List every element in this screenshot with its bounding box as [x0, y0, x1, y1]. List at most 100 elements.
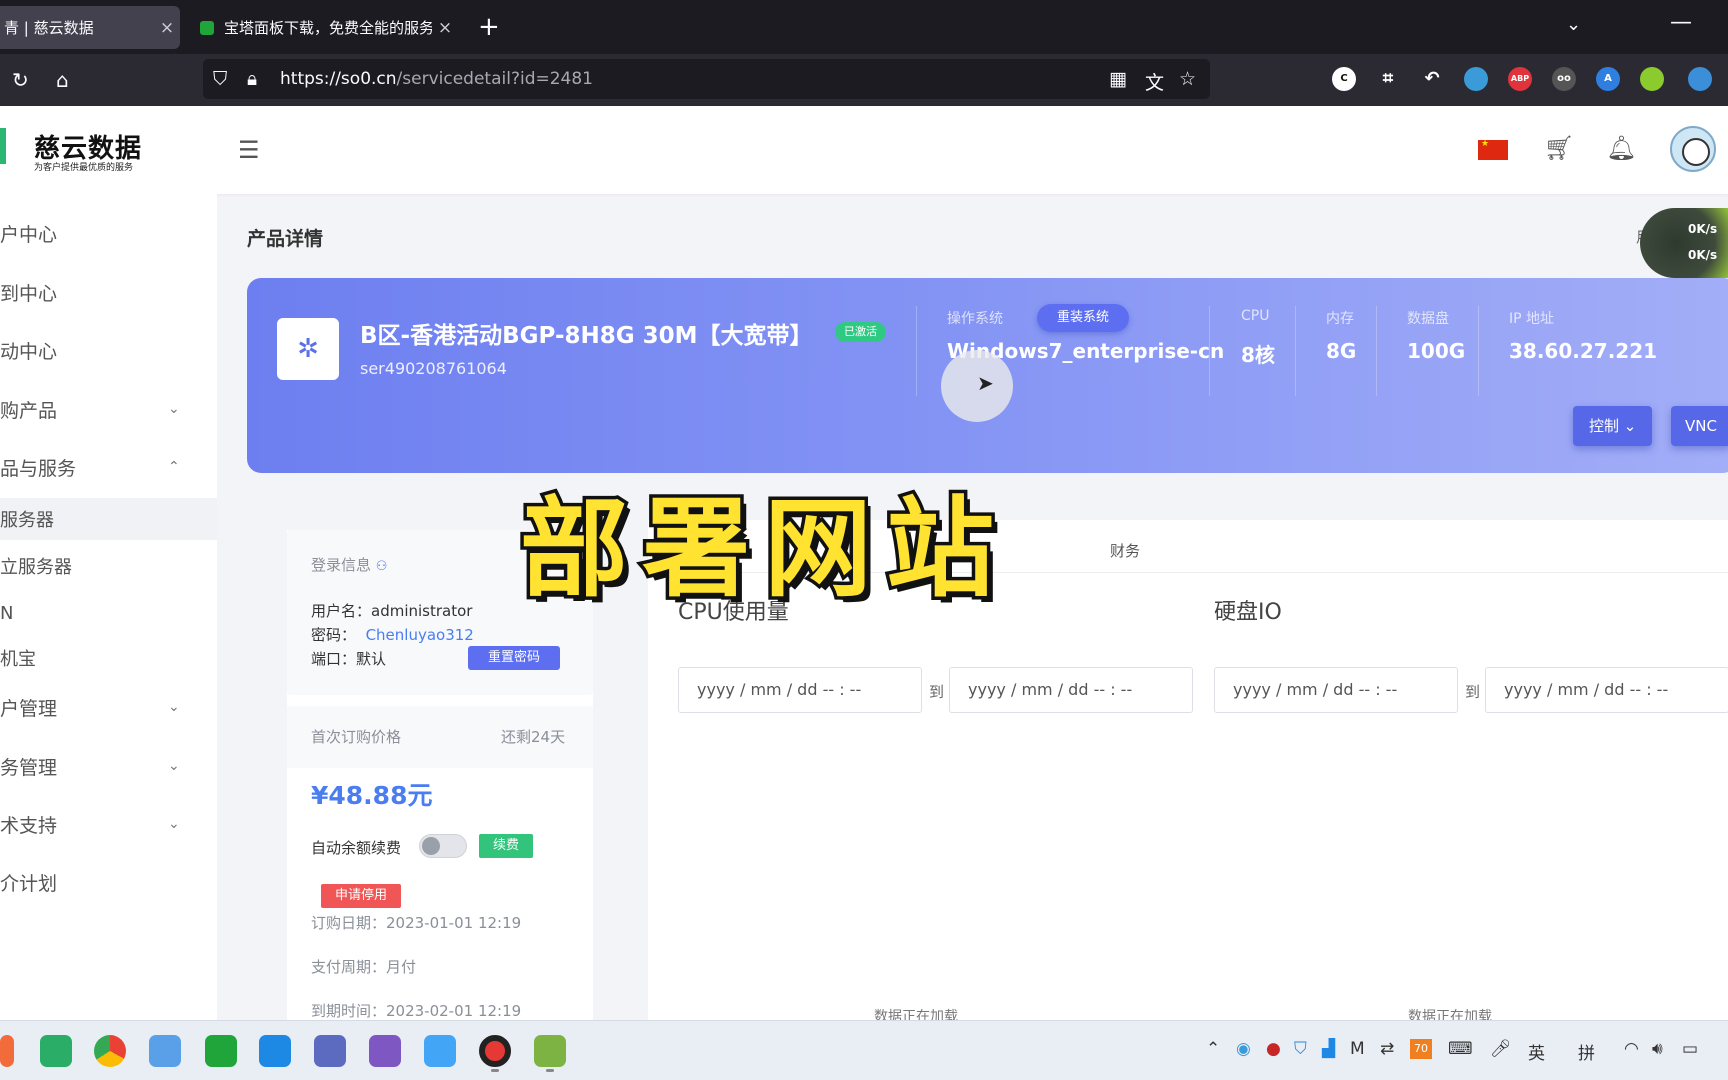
- sidebar-item-label: N: [0, 602, 14, 624]
- tab-bt-panel[interactable]: 宝塔面板下载，免费全能的服务器 ×: [188, 6, 458, 49]
- bookmark-star-icon[interactable]: ☆: [1179, 68, 1196, 90]
- home-icon[interactable]: ⌂: [56, 68, 69, 92]
- tray-expand-chevron-icon[interactable]: ⌃: [1206, 1039, 1220, 1059]
- status-badge: 已激活: [835, 322, 886, 342]
- reader-icon[interactable]: oo: [1552, 67, 1576, 91]
- sidebar-item-label: 务管理: [0, 756, 58, 779]
- shield-icon[interactable]: ⛉: [213, 68, 227, 90]
- sidebar-item-cdn[interactable]: N: [0, 593, 217, 633]
- tray-sliders-icon[interactable]: ⇄: [1380, 1039, 1394, 1059]
- microphone-icon[interactable]: 🎤︎: [1490, 1039, 1512, 1059]
- list-tabs-chevron-icon[interactable]: ⌄: [1566, 14, 1581, 35]
- reload-icon[interactable]: ↻: [12, 68, 29, 92]
- extension-globe-icon[interactable]: [1464, 67, 1488, 91]
- network-speed-widget[interactable]: 0K/s 0K/s: [1640, 208, 1728, 278]
- auto-renew-toggle[interactable]: [419, 834, 467, 858]
- control-dropdown-button[interactable]: 控制 ⌄: [1573, 406, 1653, 446]
- tray-globe-icon[interactable]: ◉: [1236, 1039, 1251, 1059]
- tab-close-icon[interactable]: ×: [432, 18, 458, 38]
- extension-ball-icon[interactable]: [1640, 67, 1664, 91]
- hamburger-menu-icon[interactable]: ☰: [238, 136, 260, 164]
- cpu-start-date-input[interactable]: yyyy / mm / dd -- : --: [678, 667, 922, 713]
- running-indicator: [546, 1069, 554, 1072]
- disk-start-date-input[interactable]: yyyy / mm / dd -- : --: [1214, 667, 1458, 713]
- suspend-request-button[interactable]: 申请停用: [321, 884, 402, 908]
- sidebar-item-buy-products[interactable]: 购产品 ⌄: [0, 389, 217, 429]
- settings-gear-icon[interactable]: [149, 1035, 181, 1067]
- sidebar-item-account-manage[interactable]: 户管理 ⌄: [0, 687, 217, 727]
- tab-finance[interactable]: 财务: [1110, 540, 1140, 561]
- reinstall-os-button[interactable]: 重装系统: [1037, 304, 1130, 332]
- memory-label: 内存: [1326, 311, 1354, 327]
- ime-mode[interactable]: 拼: [1578, 1039, 1595, 1064]
- sidebar-item-cloud-server[interactable]: 服务器: [0, 498, 217, 540]
- translate-ext-icon[interactable]: A: [1596, 67, 1620, 91]
- url-text[interactable]: https://so0.cn/servicedetail?id=2481: [280, 69, 593, 89]
- divider: [1209, 306, 1210, 396]
- china-flag-icon[interactable]: [1478, 139, 1508, 160]
- extension-bot-icon[interactable]: [1688, 67, 1712, 91]
- wechat-app-icon[interactable]: [40, 1035, 72, 1067]
- firefox-app-icon[interactable]: [0, 1035, 14, 1067]
- adblock-icon[interactable]: ABP: [1508, 67, 1532, 91]
- port-value: 默认: [356, 650, 387, 668]
- username-value: administrator: [371, 602, 473, 620]
- new-tab-button[interactable]: +: [478, 12, 500, 42]
- sidebar-item-events[interactable]: 动中心: [0, 330, 217, 370]
- chevron-down-icon: ⌄: [168, 699, 180, 715]
- battery-icon[interactable]: ▭: [1682, 1039, 1698, 1059]
- lock-icon[interactable]: 🔒︎: [247, 68, 257, 90]
- sidebar-item-hangjibao[interactable]: 机宝: [0, 638, 217, 678]
- translate-icon[interactable]: 文: [1145, 68, 1164, 95]
- reset-password-button[interactable]: 重置密码: [468, 646, 561, 670]
- divider: [916, 306, 917, 396]
- to-label: 到: [929, 683, 945, 701]
- sidebar-item-products-services[interactable]: 品与服务 ⌃: [0, 447, 217, 487]
- avatar[interactable]: [1670, 126, 1716, 172]
- chrome-app-icon[interactable]: [94, 1035, 126, 1067]
- app-icon[interactable]: [534, 1035, 566, 1067]
- video-caption-overlay: 部署网站: [516, 484, 1009, 616]
- product-banner: ✲ B区-香港活动BGP-8H8G 30M【大宽带】 已激活 ser490208…: [247, 278, 1728, 473]
- app-icon[interactable]: [369, 1035, 401, 1067]
- minimize-window-button[interactable]: —: [1670, 10, 1692, 35]
- sidebar-item-user-center[interactable]: 户中心: [0, 213, 217, 253]
- c-extension-icon[interactable]: C: [1332, 67, 1356, 91]
- sidebar-item-finance-manage[interactable]: 务管理 ⌄: [0, 746, 217, 786]
- bt-app-icon[interactable]: [205, 1035, 237, 1067]
- disk-end-date-input[interactable]: yyyy / mm / dd -- : --: [1485, 667, 1728, 713]
- bell-icon[interactable]: 🔔︎: [1606, 134, 1636, 162]
- tab-cyun[interactable]: 青 | 慈云数据 ×: [0, 6, 180, 49]
- app-icon[interactable]: [314, 1035, 346, 1067]
- tray-badge[interactable]: 70: [1410, 1039, 1432, 1059]
- volume-icon[interactable]: 🔊︎: [1652, 1039, 1663, 1059]
- sidebar-item-dedicated-server[interactable]: 立服务器: [0, 546, 217, 586]
- app-icon[interactable]: [424, 1035, 456, 1067]
- qr-code-icon[interactable]: ▦: [1109, 68, 1127, 90]
- wifi-icon[interactable]: ◠: [1624, 1039, 1639, 1059]
- tab-close-icon[interactable]: ×: [154, 18, 180, 38]
- app-header: 慈云数据 为客户提供最优质的服务 ☰ 🛒︎ 🔔︎: [0, 106, 1728, 194]
- url-bar[interactable]: ⛉ 🔒︎ https://so0.cn/servicedetail?id=248…: [203, 59, 1210, 99]
- vnc-button[interactable]: VNC: [1671, 406, 1728, 446]
- sidebar-item-referral[interactable]: 介计划: [0, 862, 217, 902]
- sidebar-item-tech-support[interactable]: 术支持 ⌄: [0, 804, 217, 844]
- tray-record-icon[interactable]: ●: [1266, 1039, 1281, 1059]
- tray-app-icon[interactable]: ▟: [1322, 1039, 1335, 1059]
- feishu-app-icon[interactable]: [259, 1035, 291, 1067]
- price-value: ¥48.88元: [311, 781, 433, 810]
- tray-shield-icon[interactable]: ⛉: [1294, 1039, 1307, 1059]
- keyboard-icon[interactable]: ⌨: [1448, 1039, 1473, 1059]
- undo-icon[interactable]: ↶: [1420, 67, 1444, 91]
- url-path: /servicedetail?id=2481: [396, 69, 593, 89]
- password-value[interactable]: Chenluyao312: [366, 626, 474, 644]
- sidebar-item-checkin[interactable]: 到中心: [0, 272, 217, 312]
- tray-app-icon[interactable]: Ⅿ: [1350, 1039, 1365, 1059]
- cart-icon[interactable]: 🛒︎: [1544, 134, 1574, 162]
- record-app-icon[interactable]: [479, 1035, 511, 1067]
- cpu-value: 8核: [1241, 343, 1275, 367]
- crop-icon[interactable]: ⌗: [1376, 67, 1400, 91]
- renew-button[interactable]: 续费: [479, 834, 534, 858]
- ime-language[interactable]: 英: [1528, 1039, 1545, 1064]
- cpu-end-date-input[interactable]: yyyy / mm / dd -- : --: [949, 667, 1193, 713]
